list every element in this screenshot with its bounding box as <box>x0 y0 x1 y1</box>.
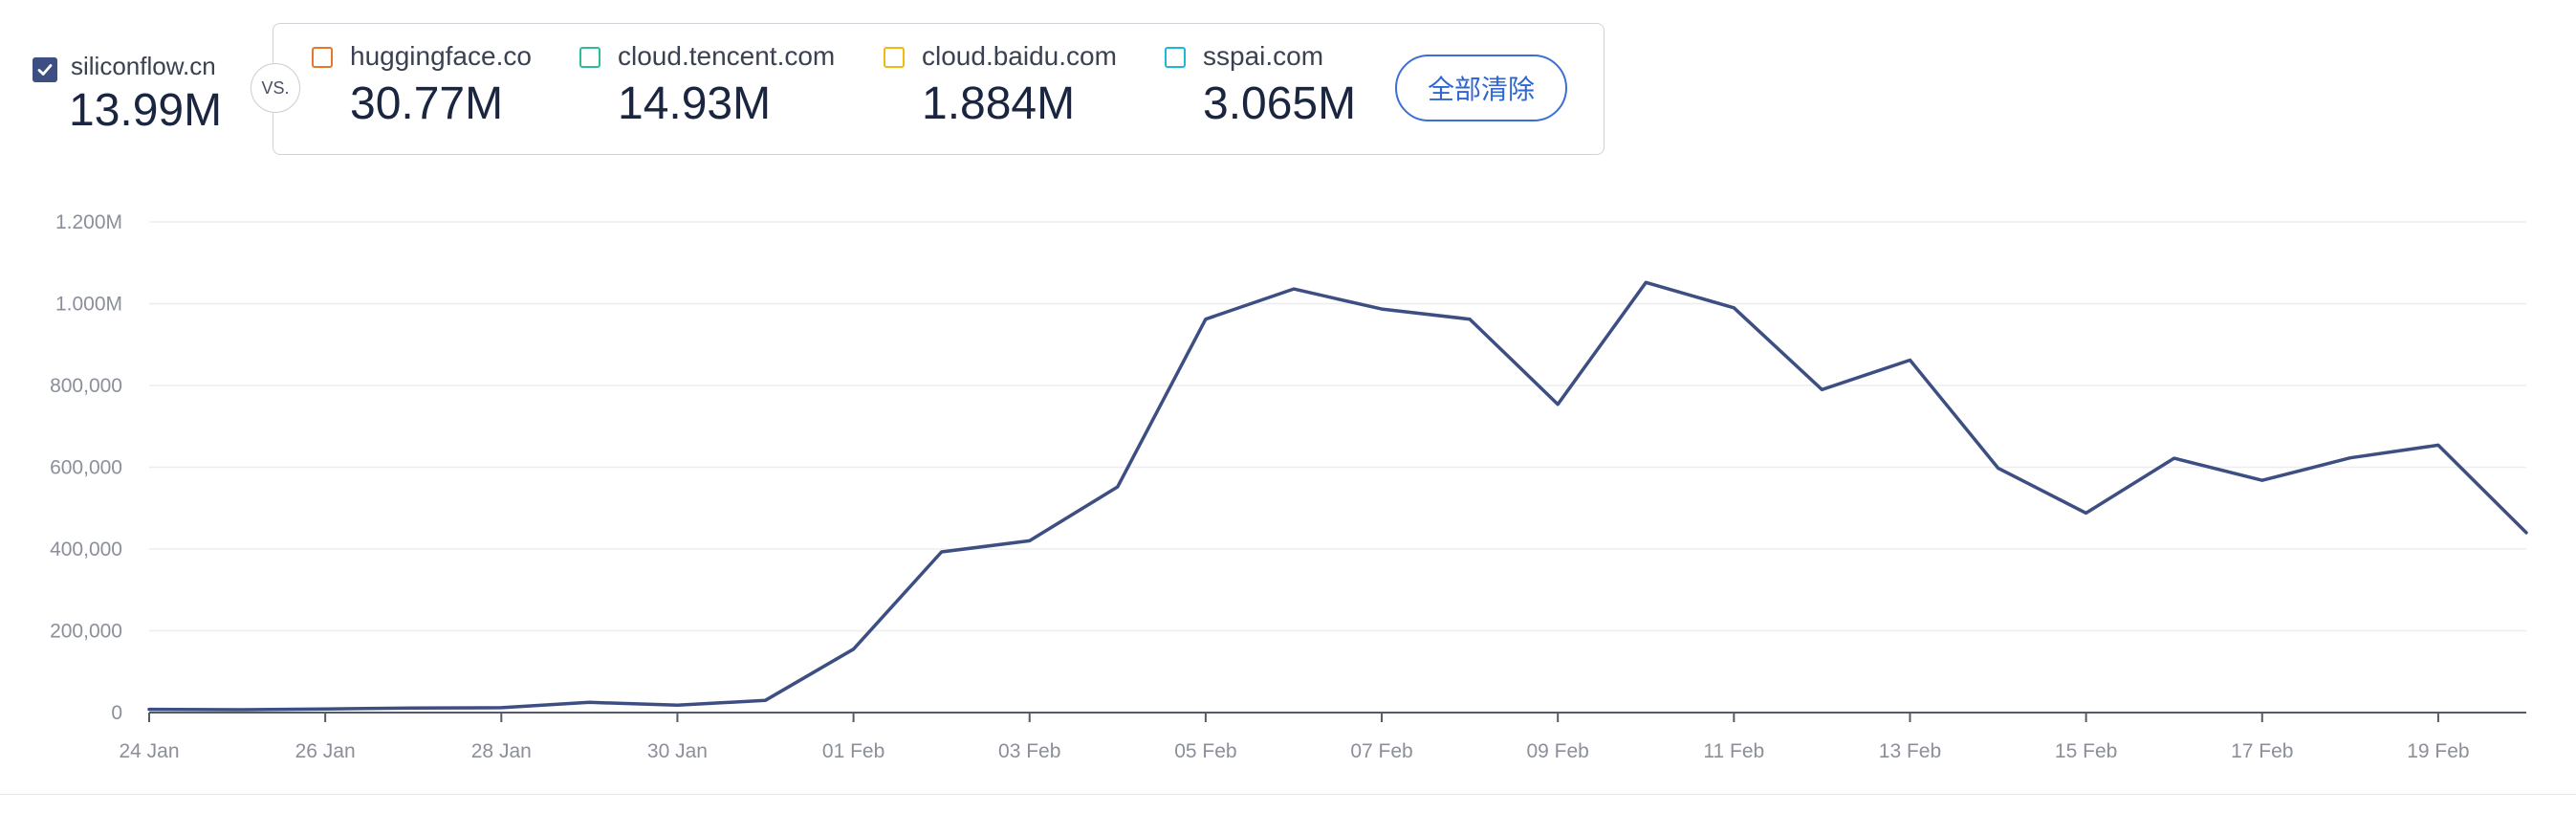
competitor-visits-value: 14.93M <box>618 78 772 129</box>
data-point <box>673 701 681 709</box>
x-tick-label: 13 Feb <box>1879 740 1941 762</box>
data-point <box>233 706 241 714</box>
data-point <box>762 696 770 704</box>
competitor-visits-value: 1.884M <box>922 78 1076 129</box>
data-point <box>1290 285 1298 293</box>
y-tick-label: 1.200M <box>55 211 122 233</box>
series-line-siliconflow <box>147 280 2528 712</box>
checkmark-icon <box>37 64 53 76</box>
x-tick-label: 05 Feb <box>1174 740 1236 762</box>
data-point <box>2347 454 2354 462</box>
y-tick-label: 600,000 <box>50 457 122 479</box>
x-tick-label: 28 Jan <box>471 740 532 762</box>
y-tick-label: 0 <box>111 702 122 724</box>
data-point <box>409 704 417 712</box>
data-point <box>1554 401 1561 408</box>
data-point <box>321 705 329 713</box>
traffic-line-chart: 0 200,000 400,000 600,000 800,000 1.000M 1.200… <box>50 211 2530 762</box>
data-point <box>2522 529 2530 537</box>
data-point <box>1202 316 1210 323</box>
data-point <box>2259 476 2266 484</box>
y-tick-label: 800,000 <box>50 375 122 397</box>
data-point <box>497 704 505 712</box>
data-point <box>2434 441 2442 449</box>
data-point <box>1114 483 1122 491</box>
data-point <box>585 698 593 706</box>
vs-badge: VS. <box>251 63 300 113</box>
clear-all-button[interactable]: 全部清除 <box>1395 55 1567 121</box>
competitor-visits-value: 3.065M <box>1203 78 1357 129</box>
data-point <box>1642 278 1649 286</box>
data-point <box>938 548 946 556</box>
x-tick-label: 11 Feb <box>1703 740 1764 762</box>
competitor-checkbox[interactable] <box>312 47 333 68</box>
competitor-checkbox[interactable] <box>884 47 905 68</box>
data-point <box>1995 464 2002 472</box>
data-point <box>2083 509 2090 516</box>
x-tick-label: 07 Feb <box>1350 740 1412 762</box>
y-tick-label: 1.000M <box>55 294 122 316</box>
x-tick-label: 15 Feb <box>2055 740 2117 762</box>
data-point <box>1466 316 1474 323</box>
x-tick-label: 30 Jan <box>647 740 708 762</box>
comparison-panel: huggingface.co 30.77M cloud.tencent.com … <box>273 23 1605 155</box>
competitor-checkbox[interactable] <box>579 47 600 68</box>
x-tick-label: 03 Feb <box>998 740 1060 762</box>
x-tick-label: 19 Feb <box>2407 740 2469 762</box>
competitor-domain-name: sspai.com <box>1203 41 1324 71</box>
y-tick-label: 400,000 <box>50 538 122 560</box>
x-tick-label: 26 Jan <box>295 740 356 762</box>
competitor-domain-name: huggingface.co <box>350 41 532 71</box>
divider <box>0 794 2576 795</box>
data-point <box>145 706 153 714</box>
primary-domain-value: 13.99M <box>69 85 223 136</box>
data-point <box>1818 385 1825 393</box>
primary-domain-name: siliconflow.cn <box>71 52 216 80</box>
data-point <box>1378 305 1386 313</box>
primary-domain-checkbox[interactable] <box>33 57 57 82</box>
x-tick-label: 01 Feb <box>822 740 884 762</box>
x-tick-label: 17 Feb <box>2231 740 2293 762</box>
data-point <box>850 646 858 653</box>
data-point <box>2171 454 2178 462</box>
x-tick-label: 09 Feb <box>1526 740 1588 762</box>
data-point <box>1906 356 1913 363</box>
data-point <box>1026 537 1034 544</box>
data-point <box>1730 304 1737 312</box>
competitor-domain-name: cloud.baidu.com <box>922 41 1117 71</box>
x-tick-label: 24 Jan <box>119 740 179 762</box>
competitor-domain-name: cloud.tencent.com <box>618 41 836 71</box>
y-tick-label: 200,000 <box>50 621 122 643</box>
competitor-visits-value: 30.77M <box>350 78 504 129</box>
competitor-checkbox[interactable] <box>1165 47 1186 68</box>
